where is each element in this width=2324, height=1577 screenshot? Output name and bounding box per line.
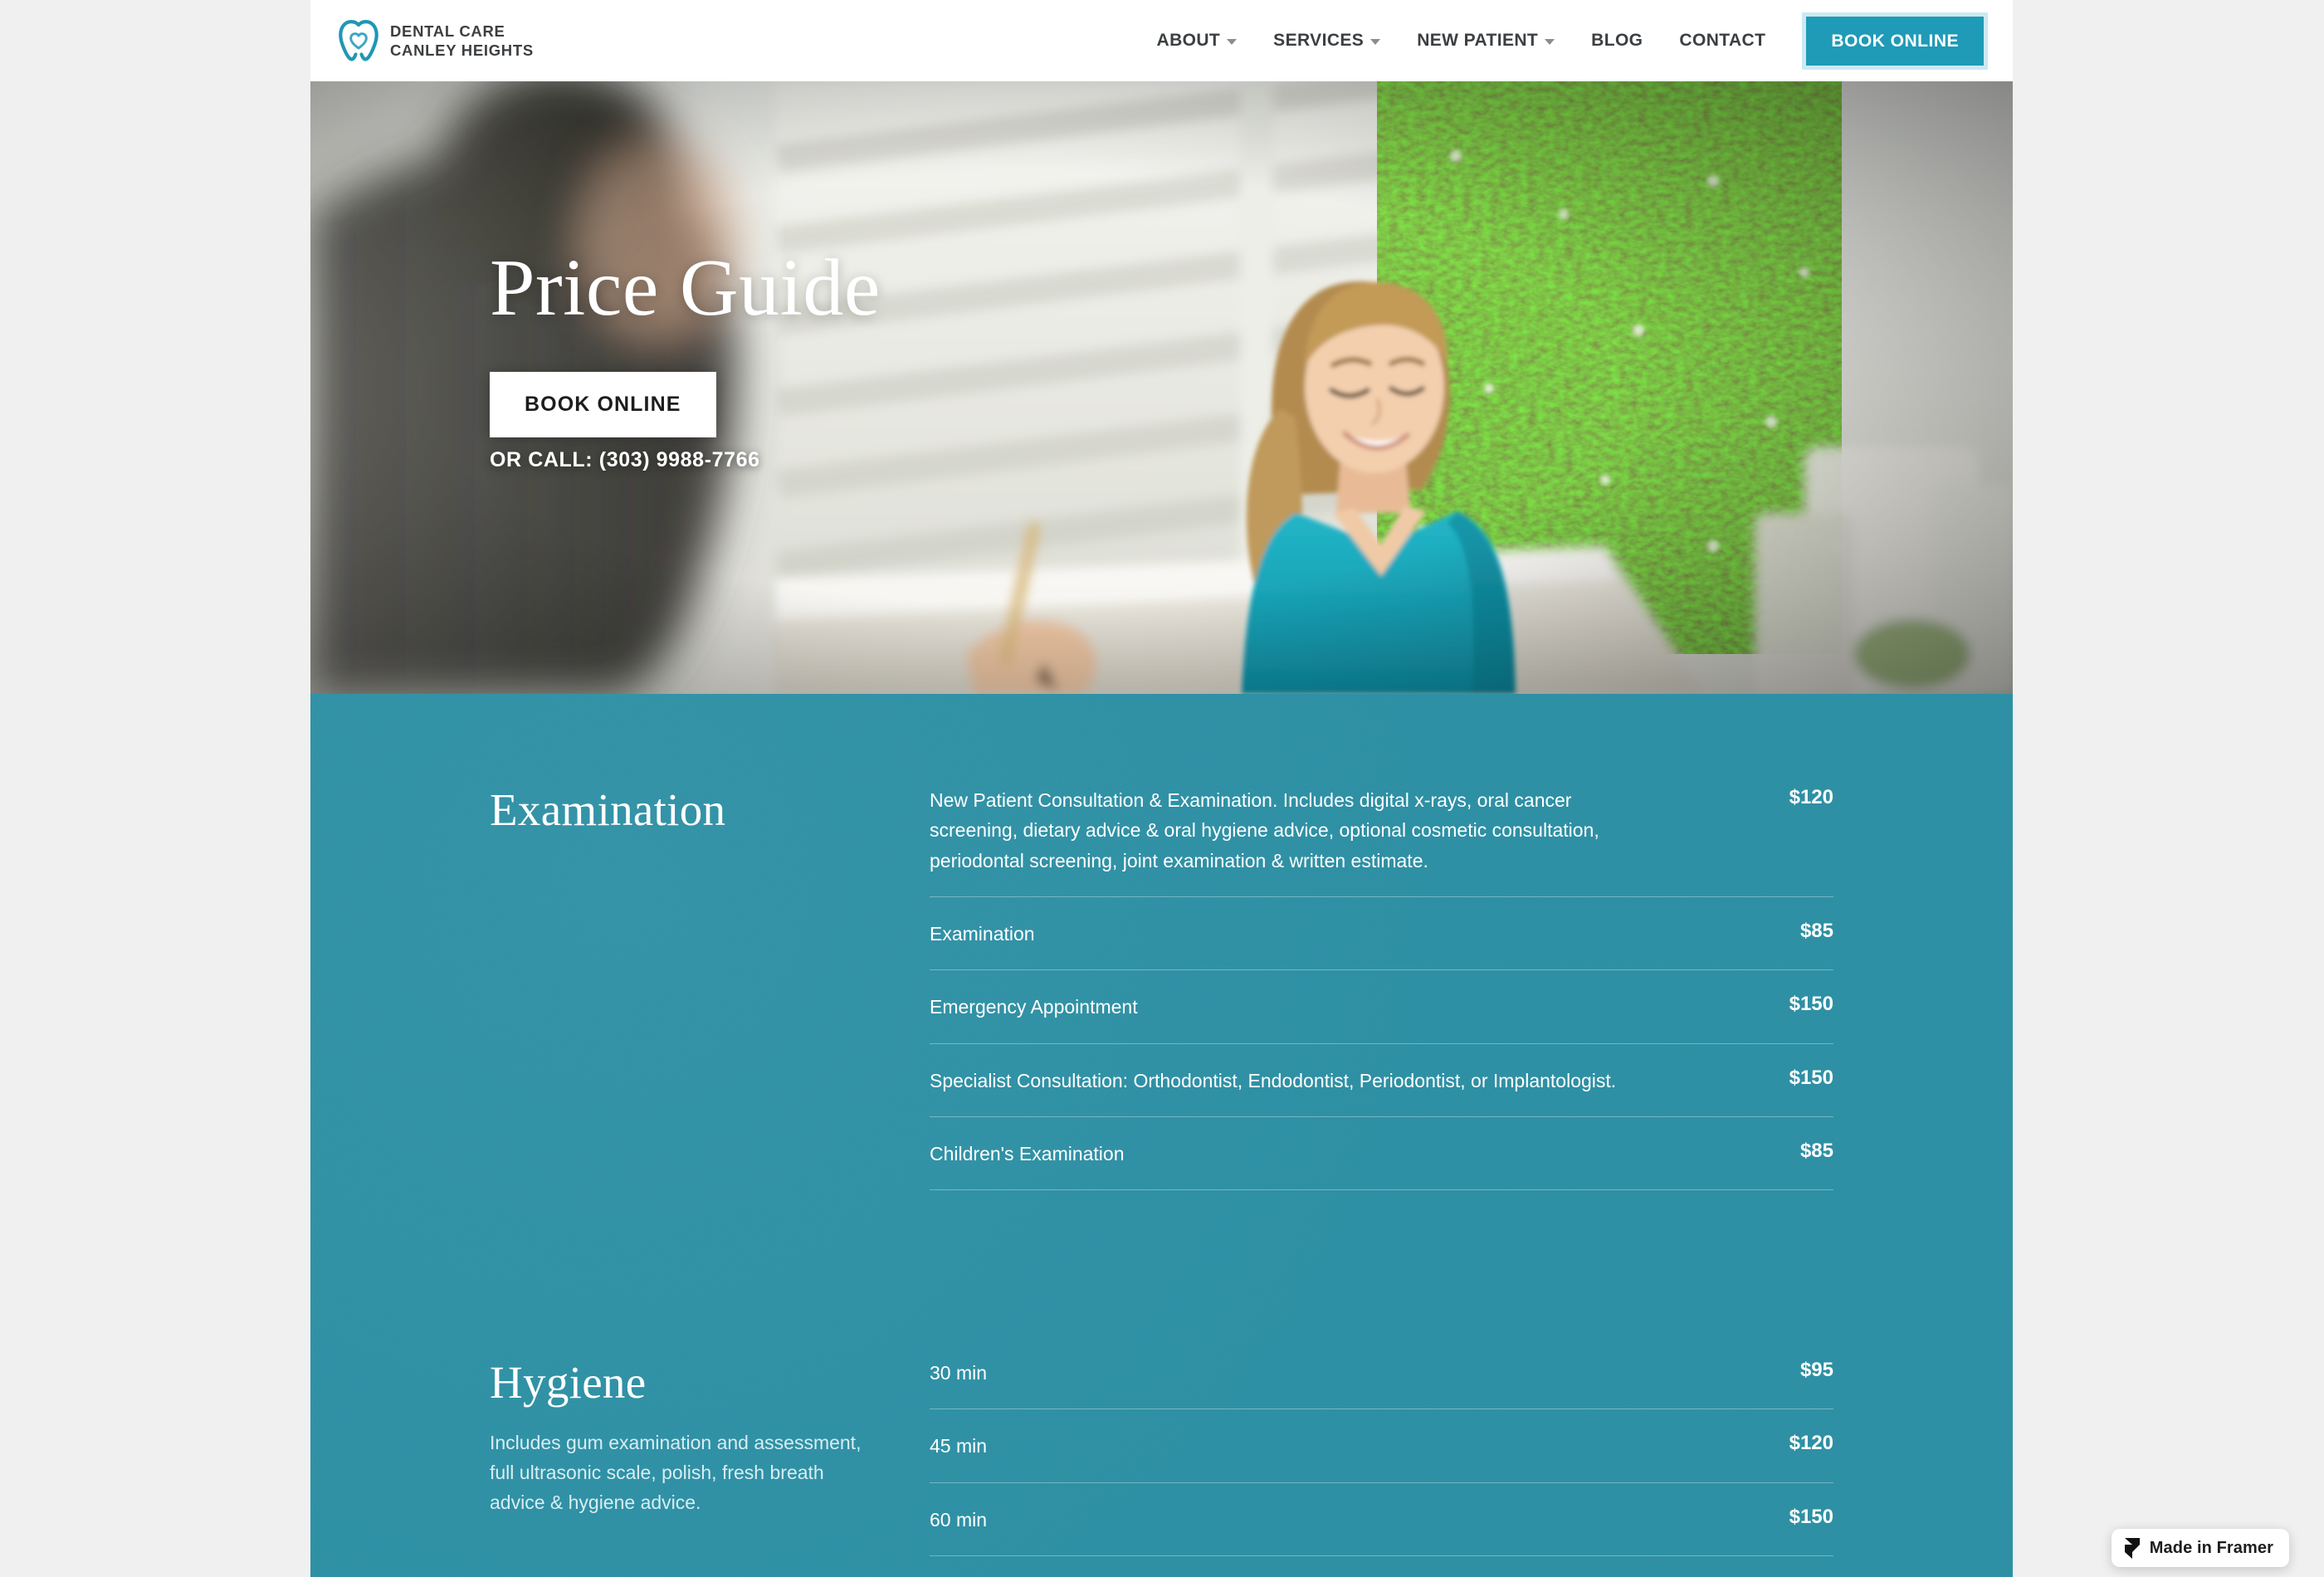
price-row: Emergency Appointment $150 <box>930 992 1833 1044</box>
pricing-group-hygiene: Hygiene Includes gum examination and ass… <box>310 1358 2013 1577</box>
price-row-label: 45 min <box>930 1435 988 1457</box>
pricing-group-left: Examination <box>490 785 930 1212</box>
nav-item-new-patient[interactable]: NEW PATIENT <box>1399 22 1573 59</box>
main-navigation: ABOUT SERVICES NEW PATIENT BLOG CONTACT <box>1139 12 1988 70</box>
nav-label: NEW PATIENT <box>1417 31 1539 50</box>
pricing-section: Examination New Patient Consultation & E… <box>310 694 2013 1577</box>
price-row: Examination $85 <box>930 919 1833 971</box>
brand-line-2: CANLEY HEIGHTS <box>390 41 534 59</box>
nav-item-about[interactable]: ABOUT <box>1139 22 1256 59</box>
nav-item-blog[interactable]: BLOG <box>1573 22 1661 59</box>
chevron-down-icon <box>1545 39 1555 45</box>
pricing-group-heading: Hygiene <box>490 1357 647 1408</box>
page-title: Price Guide <box>490 243 881 333</box>
framer-badge-label: Made in Framer <box>2149 1538 2273 1557</box>
price-row-label: New Patient Consultation & Examination. … <box>930 789 1599 872</box>
pricing-group-left: Hygiene Includes gum examination and ass… <box>490 1358 930 1577</box>
framer-logo-icon <box>2124 1538 2140 1559</box>
price-row-label: Specialist Consultation: Orthodontist, E… <box>930 1069 1617 1091</box>
header-book-online-button[interactable]: BOOK ONLINE <box>1802 12 1988 70</box>
price-row: Specialist Consultation: Orthodontist, E… <box>930 1066 1833 1117</box>
price-row: 45 min $120 <box>930 1431 1833 1483</box>
hero-banner: Price Guide BOOK ONLINE OR CALL: (303) 9… <box>310 81 2013 694</box>
site-canvas: DENTAL CARE CANLEY HEIGHTS ABOUT SERVICE… <box>310 0 2013 1577</box>
nav-label: BLOG <box>1591 31 1643 50</box>
hero-content: Price Guide BOOK ONLINE OR CALL: (303) 9… <box>310 81 2013 694</box>
price-row: Children's Examination $85 <box>930 1139 1833 1191</box>
price-row-amount: $150 <box>1789 1505 1833 1528</box>
chevron-down-icon <box>1227 39 1238 45</box>
pricing-group-heading: Examination <box>490 784 726 835</box>
price-row-amount: $85 <box>1799 1139 1833 1162</box>
price-row-label: Children's Examination <box>930 1142 1125 1164</box>
pricing-group-rows: New Patient Consultation & Examination. … <box>930 785 1833 1212</box>
tooth-heart-logo-icon <box>339 20 378 61</box>
price-row-label: Emergency Appointment <box>930 996 1138 1018</box>
price-row-amount: $95 <box>1799 1359 1833 1381</box>
brand-logo[interactable]: DENTAL CARE CANLEY HEIGHTS <box>339 20 534 61</box>
price-row: 30 min $95 <box>930 1358 1833 1410</box>
price-row-label: Examination <box>930 922 1035 945</box>
made-in-framer-badge[interactable]: Made in Framer <box>2111 1529 2289 1567</box>
price-row: New Patient Consultation & Examination. … <box>930 785 1833 897</box>
nav-label: CONTACT <box>1679 31 1766 50</box>
price-row-amount: $120 <box>1789 786 1833 808</box>
hero-book-online-button[interactable]: BOOK ONLINE <box>490 372 716 437</box>
pricing-group-subtitle: Includes gum examination and assessment,… <box>490 1432 862 1513</box>
pricing-group-examination: Examination New Patient Consultation & E… <box>310 785 2013 1212</box>
price-row: 60 min $150 <box>930 1505 1833 1556</box>
price-row-label: 60 min <box>930 1508 988 1531</box>
price-row-amount: $85 <box>1799 919 1833 942</box>
pricing-group-rows: 30 min $95 45 min $120 60 min $150 <box>930 1358 1833 1577</box>
hero-phone-link[interactable]: OR CALL: (303) 9988-7766 <box>490 448 760 472</box>
price-row-label: 30 min <box>930 1362 988 1384</box>
nav-label: SERVICES <box>1273 31 1365 50</box>
page-root: DENTAL CARE CANLEY HEIGHTS ABOUT SERVICE… <box>0 0 2324 1577</box>
price-row-amount: $120 <box>1789 1432 1833 1455</box>
site-header: DENTAL CARE CANLEY HEIGHTS ABOUT SERVICE… <box>310 0 2013 81</box>
nav-label: ABOUT <box>1156 31 1221 50</box>
price-row-amount: $150 <box>1789 993 1833 1016</box>
brand-line-1: DENTAL CARE <box>390 22 505 41</box>
chevron-down-icon <box>1370 39 1381 45</box>
nav-item-services[interactable]: SERVICES <box>1255 22 1399 59</box>
nav-item-contact[interactable]: CONTACT <box>1661 22 1784 59</box>
price-row-amount: $150 <box>1789 1066 1833 1089</box>
brand-wordmark: DENTAL CARE CANLEY HEIGHTS <box>390 23 534 58</box>
